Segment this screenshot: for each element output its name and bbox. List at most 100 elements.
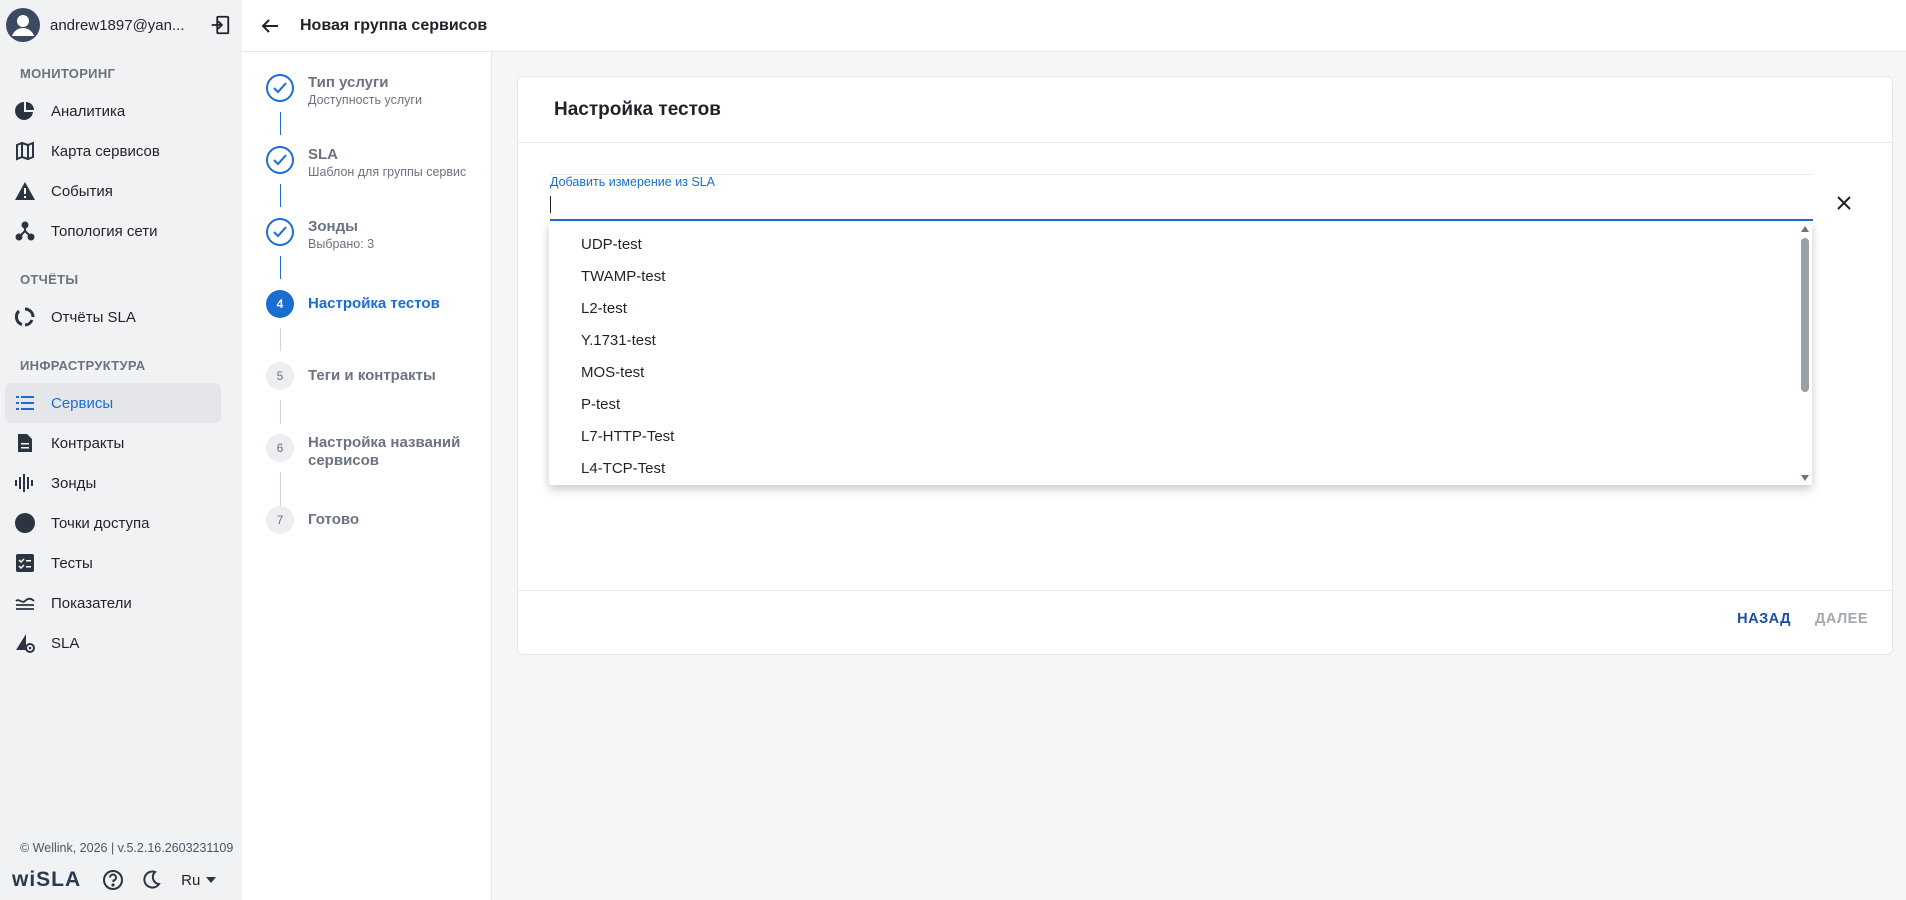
sidebar-item-label: Контракты <box>51 434 125 452</box>
step-number: 4 <box>266 290 294 318</box>
step-title: Настройка тестов <box>308 295 440 312</box>
step-connector <box>280 472 281 506</box>
divider <box>518 142 1892 143</box>
dropdown-option[interactable]: UDP-test <box>581 236 642 253</box>
user-name: andrew1897@yan... <box>50 16 185 34</box>
check-icon <box>266 218 294 246</box>
sla-gear-icon <box>13 631 37 655</box>
next-button[interactable]: ДАЛЕЕ <box>1815 611 1868 627</box>
wisla-logo: wiSLA <box>12 868 82 891</box>
step-number: 6 <box>266 434 294 462</box>
sidebar-item-events[interactable]: События <box>5 171 221 211</box>
user-row: andrew1897@yan... <box>6 8 234 42</box>
moon-icon[interactable] <box>139 868 163 892</box>
scroll-down-icon[interactable] <box>1800 473 1810 483</box>
card-actions: НАЗАД ДАЛЕЕ <box>1737 611 1868 627</box>
back-arrow-icon[interactable] <box>248 4 292 48</box>
text-caret <box>550 196 551 213</box>
help-icon[interactable] <box>101 868 125 892</box>
language-select[interactable]: Ru <box>181 871 217 889</box>
step-7[interactable]: 7 Готово <box>266 506 359 534</box>
dropdown-option[interactable]: Y.1731-test <box>581 332 656 349</box>
sidebar-item-analytics[interactable]: Аналитика <box>5 91 221 131</box>
dropdown-option[interactable]: MOS-test <box>581 364 644 381</box>
step-1[interactable]: Тип услуги Доступность услуги <box>266 74 422 108</box>
dropdown-option[interactable]: P-test <box>581 396 620 413</box>
page-header: Новая группа сервисов <box>242 0 1906 52</box>
document-icon <box>13 431 37 455</box>
scroll-up-icon[interactable] <box>1800 224 1810 234</box>
sidebar-item-label: Зонды <box>51 474 97 492</box>
sidebar-item-tests[interactable]: Тесты <box>5 543 221 583</box>
section-monitoring: МОНИТОРИНГ <box>20 66 116 81</box>
dropdown-option[interactable]: L2-test <box>581 300 627 317</box>
step-number: 7 <box>266 506 294 534</box>
card-title: Настройка тестов <box>554 99 721 120</box>
close-icon[interactable] <box>1828 187 1860 219</box>
sidebar-item-label: Топология сети <box>51 222 158 240</box>
wave-lines-icon <box>13 591 37 615</box>
page-title: Новая группа сервисов <box>300 16 488 34</box>
step-subtitle: Шаблон для группы сервис <box>308 165 467 179</box>
step-title: Зонды <box>308 218 358 235</box>
dropdown-scrollbar[interactable] <box>1798 222 1812 485</box>
step-connector <box>280 400 281 424</box>
copyright-text: © Wellink, 2026 | v.5.2.16.2603231109 <box>20 841 234 855</box>
step-connector <box>280 112 281 135</box>
back-button[interactable]: НАЗАД <box>1737 611 1791 627</box>
logout-icon[interactable] <box>206 11 234 39</box>
sla-measurement-dropdown: UDP-test TWAMP-test L2-test Y.1731-test … <box>549 222 1812 485</box>
sidebar-item-contracts[interactable]: Контракты <box>5 423 221 463</box>
topology-icon <box>13 219 37 243</box>
sidebar-item-access-points[interactable]: Точки доступа <box>5 503 221 543</box>
sidebar-item-topology[interactable]: Топология сети <box>5 211 221 251</box>
check-icon <box>266 146 294 174</box>
warning-icon <box>13 179 37 203</box>
sidebar-item-label: Показатели <box>51 594 132 612</box>
dropdown-option[interactable]: L7-HTTP-Test <box>581 428 674 445</box>
sidebar-item-label: События <box>51 182 113 200</box>
step-6[interactable]: 6 Настройка названий сервисов <box>266 434 468 470</box>
step-5[interactable]: 5 Теги и контракты <box>266 362 436 390</box>
sidebar-item-label: Сервисы <box>51 394 114 412</box>
avatar-icon[interactable] <box>6 8 40 42</box>
step-connector <box>280 184 281 207</box>
sidebar-item-sla[interactable]: SLA <box>5 623 221 663</box>
step-4[interactable]: 4 Настройка тестов <box>266 290 440 318</box>
sidebar-item-label: Отчёты SLA <box>51 308 136 326</box>
section-infrastructure: ИНФРАСТРУКТУРА <box>20 358 146 373</box>
step-2[interactable]: SLA Шаблон для группы сервис <box>266 146 466 180</box>
step-title: Готово <box>308 511 360 528</box>
step-number: 5 <box>266 362 294 390</box>
checklist-icon <box>13 551 37 575</box>
dropdown-option[interactable]: TWAMP-test <box>581 268 665 285</box>
step-title: Тип услуги <box>308 74 389 91</box>
sidebar-item-label: Аналитика <box>51 102 126 120</box>
sidebar-item-service-map[interactable]: Карта сервисов <box>5 131 221 171</box>
sidebar-item-services[interactable]: Сервисы <box>5 383 221 423</box>
sidebar-item-label: Тесты <box>51 554 93 572</box>
step-connector <box>280 256 281 279</box>
sidebar-item-probes[interactable]: Зонды <box>5 463 221 503</box>
sidebar-item-sla-reports[interactable]: Отчёты SLA <box>5 297 221 337</box>
language-value: Ru <box>181 871 201 889</box>
sidebar: andrew1897@yan... МОНИТОРИНГ Аналитика К… <box>0 0 242 900</box>
check-icon <box>266 74 294 102</box>
sidebar-item-label: Точки доступа <box>51 514 150 532</box>
sidebar-item-metrics[interactable]: Показатели <box>5 583 221 623</box>
scrollbar-thumb[interactable] <box>1801 238 1809 392</box>
step-subtitle: Доступность услуги <box>308 93 422 107</box>
pie-chart-icon <box>13 99 37 123</box>
map-icon <box>13 139 37 163</box>
list-icon <box>13 391 37 415</box>
divider <box>550 174 1813 175</box>
step-3[interactable]: Зонды Выбрано: 3 <box>266 218 374 252</box>
caret-down-icon <box>206 877 217 883</box>
signal-icon <box>13 471 37 495</box>
wizard-stepper: Тип услуги Доступность услуги SLA Шаблон… <box>242 52 492 900</box>
donut-icon <box>13 305 37 329</box>
step-title: Теги и контракты <box>308 367 436 384</box>
dropdown-option[interactable]: L4-TCP-Test <box>581 460 665 477</box>
section-reports: ОТЧЁТЫ <box>20 272 79 287</box>
sla-measurement-input[interactable] <box>550 189 1813 221</box>
